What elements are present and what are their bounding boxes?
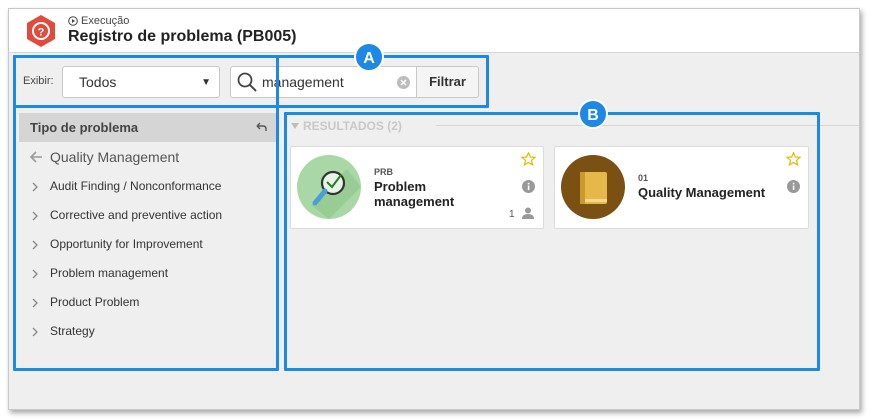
page-header: ? Execução Registro de problema (PB005) — [9, 9, 859, 53]
breadcrumb[interactable]: Execução — [68, 15, 129, 27]
page-title: Registro de problema (PB005) — [68, 28, 297, 45]
annotation-box-b — [284, 112, 820, 371]
problem-logo-icon: ? — [27, 15, 55, 47]
svg-text:?: ? — [38, 27, 45, 39]
play-circle-icon — [68, 16, 78, 26]
annotation-box-a-top — [13, 55, 489, 108]
annotation-badge-b: B — [578, 99, 608, 129]
breadcrumb-label: Execução — [81, 15, 130, 27]
annotation-badge-a: A — [354, 42, 384, 72]
